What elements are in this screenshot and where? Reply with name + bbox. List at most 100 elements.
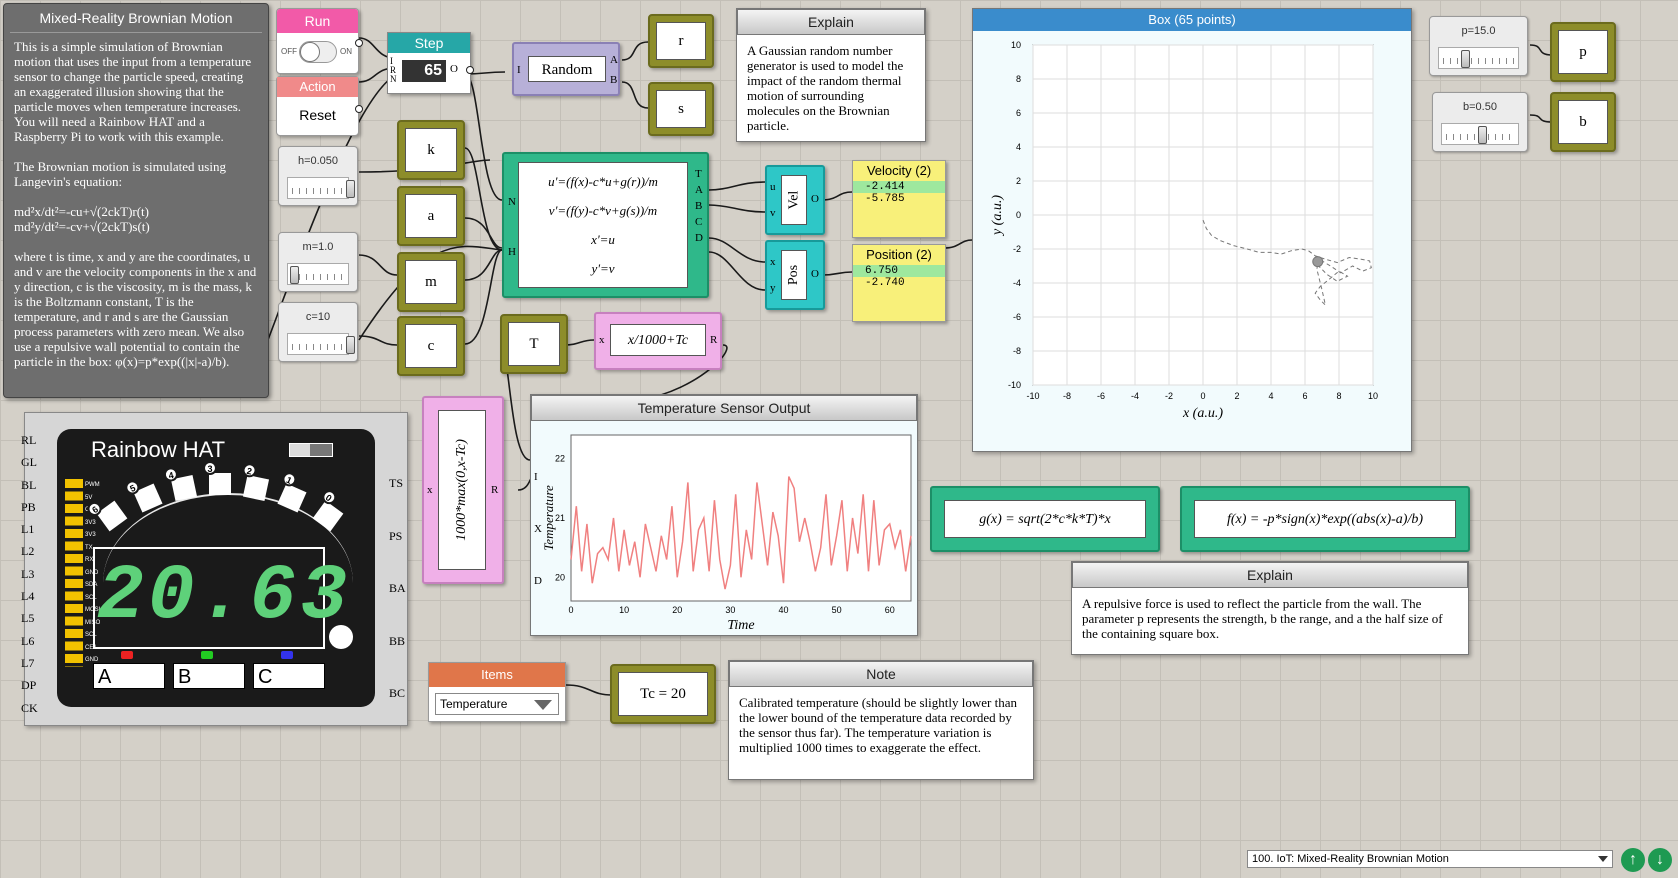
random-block[interactable]: I Random A B xyxy=(512,42,620,96)
step-port-n: N xyxy=(390,74,397,84)
hat-pin-0: PWM xyxy=(85,482,100,488)
gx-expression: g(x) = sqrt(2*c*k*T)*x xyxy=(944,500,1146,538)
var-b-block[interactable]: b xyxy=(1550,92,1616,152)
step-block[interactable]: Step IRN 65 O xyxy=(387,32,474,94)
pos-port-x: x xyxy=(770,256,776,268)
hat-led-blue xyxy=(281,651,293,659)
h-slider[interactable]: h=0.050 xyxy=(278,146,358,206)
equation-solver-block[interactable]: N H u'=(f(x)-c*u+g(r))/m v'=(f(y)-c*v+g(… xyxy=(502,152,709,298)
position-value-1: 6.750 xyxy=(853,265,945,277)
temp-x-tick: 50 xyxy=(832,605,842,615)
box-y-tick: -8 xyxy=(1013,346,1021,356)
m-slider-label: m=1.0 xyxy=(302,241,334,253)
hat-title: Rainbow HAT xyxy=(91,437,226,462)
vel-port-u: u xyxy=(770,181,776,193)
box-particle xyxy=(1312,256,1324,268)
vel-block[interactable]: u v Vel O xyxy=(765,165,825,235)
hat-pin-4: 3V3 xyxy=(85,532,96,538)
equation-u: u'=(f(x)-c*u+g(r))/m xyxy=(548,174,658,189)
velocity-title: Velocity (2) xyxy=(866,163,932,178)
arrow-down-icon[interactable]: ↓ xyxy=(1648,848,1672,872)
velocity-value-2: -5.785 xyxy=(865,193,905,205)
temp-x-tick: 30 xyxy=(725,605,735,615)
equation-y: y'=v xyxy=(591,261,615,276)
fx-function-block[interactable]: f(x) = -p*sign(x)*exp((abs(x)-a)/b) xyxy=(1180,486,1470,552)
action-title: Action xyxy=(277,77,358,97)
box-x-tick: -8 xyxy=(1063,391,1071,401)
items-select[interactable]: Temperature xyxy=(435,693,559,715)
box-x-tick: 10 xyxy=(1368,391,1378,401)
example-select[interactable]: 100. IoT: Mixed-Reality Brownian Motion xyxy=(1247,850,1613,868)
b-slider-thumb[interactable] xyxy=(1478,126,1487,144)
intro-title: Mixed-Reality Brownian Motion xyxy=(10,4,262,33)
h-slider-thumb[interactable] xyxy=(346,180,355,198)
hat-switch-icon xyxy=(289,443,333,457)
var-m-block[interactable]: m xyxy=(397,252,465,312)
temp-x-tick: 10 xyxy=(619,605,629,615)
gx-function-block[interactable]: g(x) = sqrt(2*c*k*T)*x xyxy=(930,486,1160,552)
var-a-label: a xyxy=(405,194,457,238)
hat-button-a[interactable]: A xyxy=(93,663,165,689)
box-x-tick: -2 xyxy=(1165,391,1173,401)
vel-port-o: O xyxy=(811,193,819,205)
run-output-port[interactable] xyxy=(355,39,363,47)
temperature-amplifier-block[interactable]: x 1000*max(0,x-Tc) R xyxy=(422,396,504,584)
run-toggle[interactable]: OFF ON xyxy=(277,33,358,71)
pos-label: Pos xyxy=(785,264,801,286)
note-panel: Note Calibrated temperature (should be s… xyxy=(728,660,1034,780)
var-t-block[interactable]: T xyxy=(500,314,568,374)
m-slider[interactable]: m=1.0 xyxy=(278,232,358,292)
tc-label: Tc = 20 xyxy=(618,672,708,716)
hat-port-l7: L7 xyxy=(21,655,35,670)
temperature-transform-block[interactable]: x x/1000+Tc R xyxy=(594,312,722,370)
pos-block[interactable]: x y Pos O xyxy=(765,240,825,310)
reset-button[interactable]: Reset xyxy=(277,97,358,133)
hat-led-red xyxy=(121,651,133,659)
var-s-label: s xyxy=(656,90,706,128)
toggle-knob[interactable] xyxy=(299,41,337,63)
box-x-tick: 8 xyxy=(1336,391,1341,401)
var-p-label: p xyxy=(1558,30,1608,74)
box-x-label: x (a.u.) xyxy=(1182,406,1223,421)
hat-port-ts: TS xyxy=(389,476,404,490)
c-slider-thumb[interactable] xyxy=(346,336,355,354)
c-slider[interactable]: c=10 xyxy=(278,302,358,362)
tfunc-port-x: x xyxy=(599,334,605,346)
temp-x-tick: 20 xyxy=(672,605,682,615)
p-slider[interactable]: p=15.0 xyxy=(1429,16,1528,76)
equation-x: x'=u xyxy=(591,232,615,247)
box-y-tick: 6 xyxy=(1016,108,1021,118)
box-y-label: y (a.u.) xyxy=(990,195,1005,237)
hat-port-ps: PS xyxy=(389,528,403,543)
tc-variable-block[interactable]: Tc = 20 xyxy=(610,664,716,724)
var-a-block[interactable]: a xyxy=(397,186,465,246)
pos-port-y: y xyxy=(770,282,776,294)
run-switch-block[interactable]: Run OFF ON xyxy=(276,8,363,74)
random-port-a: A xyxy=(610,54,618,66)
equation-v: v'=(f(y)-c*v+g(s))/m xyxy=(548,203,658,218)
action-output-port[interactable] xyxy=(355,105,363,113)
maxfunc-expression: 1000*max(0,x-Tc) xyxy=(454,439,469,541)
intro-paragraph-2: The Brownian motion is simulated using L… xyxy=(14,159,226,189)
m-slider-thumb[interactable] xyxy=(290,266,299,284)
b-slider[interactable]: b=0.50 xyxy=(1432,92,1528,152)
hat-led-label: 1 xyxy=(280,470,299,489)
hat-button-b[interactable]: B xyxy=(173,663,245,689)
p-slider-thumb[interactable] xyxy=(1461,50,1470,68)
explain-wall-panel: Explain A repulsive force is used to ref… xyxy=(1071,561,1469,655)
var-r-block[interactable]: r xyxy=(648,14,714,68)
var-c-block[interactable]: c xyxy=(397,316,465,376)
chevron-down-icon xyxy=(534,700,552,710)
arrow-up-icon[interactable]: ↑ xyxy=(1621,848,1645,872)
hat-button-c[interactable]: C xyxy=(253,663,325,689)
var-b-label: b xyxy=(1558,100,1608,144)
step-output-port[interactable] xyxy=(466,66,474,74)
box-x-tick: -4 xyxy=(1131,391,1139,401)
items-block[interactable]: Items Temperature xyxy=(428,662,566,722)
hat-led-label: 4 xyxy=(162,466,180,483)
var-s-block[interactable]: s xyxy=(648,82,714,136)
rainbow-hat-block[interactable]: RL GL BL PB L1 L2 L3 L4 L5 L6 L7 DP CK TS PS BA BB BC Ra… xyxy=(21,412,408,726)
var-k-block[interactable]: k xyxy=(397,120,465,180)
var-p-block[interactable]: p xyxy=(1550,22,1616,82)
action-block[interactable]: Action Reset xyxy=(276,76,363,136)
